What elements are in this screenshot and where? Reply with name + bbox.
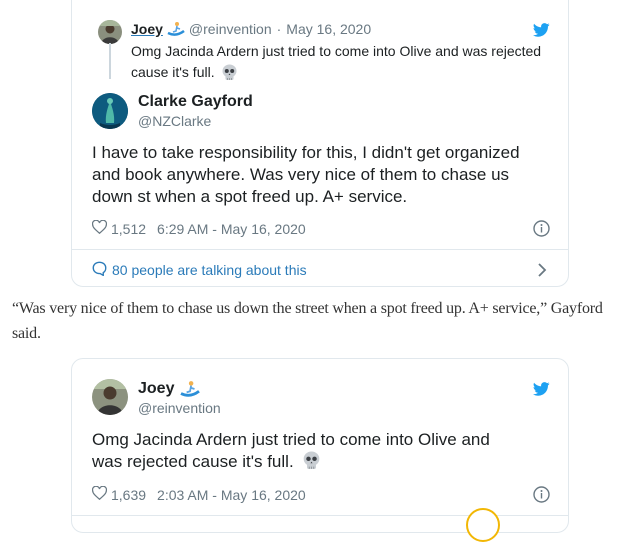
skull-icon bbox=[221, 64, 238, 81]
info-icon[interactable] bbox=[533, 220, 550, 237]
quoted-date[interactable]: May 16, 2020 bbox=[286, 21, 371, 37]
chevron-right-icon[interactable] bbox=[537, 263, 547, 277]
twitter-bird-icon[interactable] bbox=[533, 382, 550, 396]
author-handle[interactable]: @NZClarke bbox=[138, 113, 211, 129]
tweet-text: I have to take responsibility for this, … bbox=[92, 143, 520, 206]
article-paragraph: “Was very nice of them to chase us down … bbox=[12, 300, 603, 342]
like-heart-icon[interactable] bbox=[91, 485, 108, 503]
quoted-separator: · bbox=[276, 21, 282, 37]
tweet-text-joey: Omg Jacinda Ardern just tried to come in… bbox=[92, 430, 490, 471]
quoted-author-name[interactable]: Joey bbox=[131, 21, 163, 37]
like-heart-icon[interactable] bbox=[91, 219, 108, 237]
tweet-embed-joey: Joey @reinvention Omg Jacinda Ardern jus… bbox=[71, 358, 569, 533]
quoted-author-handle[interactable]: @reinvention bbox=[189, 21, 272, 37]
quoted-text-line1: Omg Jacinda Ardern just tried to come in… bbox=[131, 43, 542, 59]
author-name-joey[interactable]: Joey bbox=[138, 380, 174, 398]
talking-link[interactable]: 80 people are talking about this bbox=[92, 261, 307, 279]
info-icon[interactable] bbox=[533, 486, 550, 503]
author-handle-joey[interactable]: @reinvention bbox=[138, 400, 221, 416]
comment-bubble-icon bbox=[92, 261, 107, 279]
tweet-timestamp[interactable]: 6:29 AM - May 16, 2020 bbox=[157, 221, 306, 237]
skull-icon bbox=[302, 451, 321, 470]
talking-text[interactable]: 80 people are talking about this bbox=[112, 262, 307, 278]
like-count[interactable]: 1,512 bbox=[111, 221, 146, 237]
tweet-embed-clarke: Joey @reinvention · May 16, 2020 Omg Jac… bbox=[71, 0, 569, 287]
author-name[interactable]: Clarke Gayford bbox=[138, 93, 253, 111]
twitter-bird-icon[interactable] bbox=[533, 23, 550, 37]
card-divider bbox=[72, 249, 568, 250]
tweet-timestamp-joey[interactable]: 2:03 AM - May 16, 2020 bbox=[157, 487, 306, 503]
quoted-avatar-joey[interactable] bbox=[98, 20, 122, 44]
floating-badge-icon[interactable] bbox=[466, 508, 500, 542]
author-avatar-clarke[interactable] bbox=[92, 93, 128, 129]
like-count-joey[interactable]: 1,639 bbox=[111, 487, 146, 503]
surfer-emoji-icon bbox=[179, 380, 201, 398]
quote-thread-line bbox=[109, 43, 111, 79]
quoted-text-line2: cause it's full. bbox=[131, 64, 215, 80]
author-avatar-joey[interactable] bbox=[92, 379, 128, 415]
surfer-emoji-icon bbox=[167, 21, 185, 37]
